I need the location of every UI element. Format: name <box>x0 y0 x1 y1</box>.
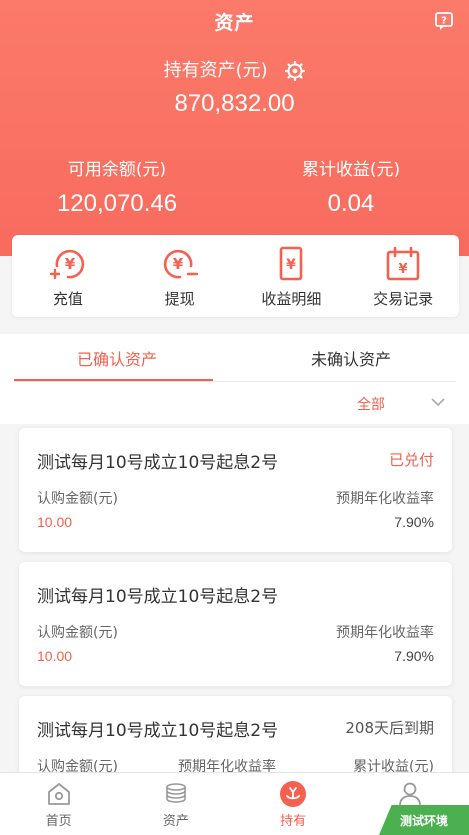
quick-actions-card: ¥ 充值 ¥ 提现 ¥ 收益明细 ¥ 交易记录 <box>12 235 459 317</box>
svg-text:¥: ¥ <box>65 255 76 273</box>
tab-divider <box>14 381 456 382</box>
asset-maturity-status: 208天后到期 <box>345 719 434 737</box>
income-detail-label: 收益明细 <box>261 290 322 308</box>
holding-assets-value: 870,832.00 <box>174 90 295 117</box>
svg-text:?: ? <box>441 16 447 27</box>
income-detail-icon: ¥ <box>280 246 303 281</box>
asset-status: 已兑付 <box>388 451 434 469</box>
transaction-record-icon: ¥ <box>386 246 420 281</box>
asset-card[interactable]: 测试每月10号成立10号起息2号 已兑付 认购金额(元) 预期年化收益率 10.… <box>19 428 452 552</box>
filter-row: 全部 <box>0 384 469 424</box>
chevron-down-icon[interactable] <box>431 397 445 407</box>
coins-icon <box>166 783 186 803</box>
nav-home-label: 首页 <box>45 814 72 829</box>
asset-card[interactable]: 测试每月10号成立10号起息2号 认购金额(元) 预期年化收益率 10.00 7… <box>19 562 452 686</box>
asset-list-section: 已确认资产 未确认资产 全部 测试每月10号成立10号起息2号 已兑付 认购金额… <box>0 334 469 835</box>
tab-confirmed-assets[interactable]: 已确认资产 <box>0 334 234 384</box>
asset-name: 测试每月10号成立10号起息2号 <box>37 453 279 473</box>
expected-rate-value: 7.90% <box>394 648 434 664</box>
withdraw-label: 提现 <box>164 290 195 308</box>
subscription-amount-value: 10.00 <box>37 514 73 530</box>
expected-rate-label: 预期年化收益率 <box>336 625 434 641</box>
available-balance-value: 120,070.46 <box>56 190 178 217</box>
nav-holding[interactable]: 持有 <box>235 773 352 835</box>
cumulative-income-value: 0.04 <box>327 190 375 217</box>
asset-tabs: 已确认资产 未确认资产 <box>0 334 469 384</box>
holding-assets-text: 持有资产(元) <box>163 60 268 81</box>
expected-rate-label: 预期年化收益率 <box>336 491 434 507</box>
page-title: 资产 <box>214 12 255 34</box>
recharge-button[interactable]: ¥ 充值 <box>12 235 124 317</box>
user-icon <box>399 782 422 806</box>
transaction-record-label: 交易记录 <box>373 290 434 308</box>
svg-text:¥: ¥ <box>287 257 297 273</box>
subscription-amount-value: 10.00 <box>37 648 73 664</box>
nav-home[interactable]: 首页 <box>0 773 117 835</box>
income-detail-button[interactable]: ¥ 收益明细 <box>236 235 348 317</box>
filter-dropdown[interactable]: 全部 <box>357 394 385 414</box>
asset-name: 测试每月10号成立10号起息2号 <box>37 587 279 607</box>
available-balance-label: 可用余额(元) <box>67 160 167 180</box>
asset-header: 资产 ? 持有资产(元) 870,832.00 可用余额(元) 120,070.… <box>0 0 469 256</box>
nav-assets-label: 资产 <box>162 814 189 829</box>
cumulative-income: 累计收益(元) 0.04 <box>234 155 468 218</box>
environment-badge: 测试环境 <box>379 805 469 835</box>
expected-rate-value: 7.90% <box>394 514 434 530</box>
asset-name: 测试每月10号成立10号起息2号 <box>37 721 279 741</box>
svg-text:¥: ¥ <box>399 262 408 277</box>
svg-text:¥: ¥ <box>172 255 183 273</box>
subscription-amount-label: 认购金额(元) <box>37 625 118 641</box>
nav-holding-label: 持有 <box>280 814 307 829</box>
recharge-label: 充值 <box>52 290 83 308</box>
holding-icon <box>280 781 307 807</box>
withdraw-icon: ¥ <box>163 249 198 279</box>
withdraw-button[interactable]: ¥ 提现 <box>124 235 236 317</box>
subscription-amount-label: 认购金额(元) <box>37 491 118 507</box>
tab-unconfirmed-assets[interactable]: 未确认资产 <box>234 334 468 384</box>
holding-assets-label: 持有资产(元) <box>0 56 469 82</box>
cumulative-income-label: 累计收益(元) <box>301 160 401 180</box>
recharge-icon: ¥ <box>49 249 84 280</box>
available-balance: 可用余额(元) 120,070.46 <box>0 155 234 218</box>
home-icon <box>47 783 70 805</box>
transaction-record-button[interactable]: ¥ 交易记录 <box>347 235 459 317</box>
help-icon[interactable]: ? <box>434 11 454 31</box>
nav-assets[interactable]: 资产 <box>117 773 234 835</box>
visibility-gear-icon[interactable] <box>285 61 306 81</box>
